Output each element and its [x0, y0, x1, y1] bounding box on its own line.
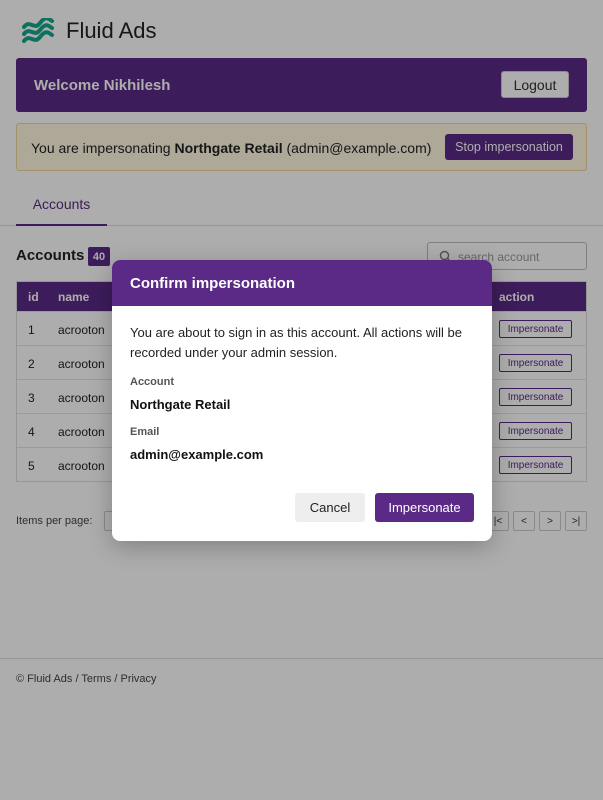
confirm-impersonate-button[interactable]: Impersonate: [375, 493, 474, 522]
email-label: Email: [130, 426, 160, 438]
dialog-message: You are about to sign in as this account…: [130, 325, 462, 360]
account-value: Northgate Retail: [130, 397, 231, 412]
account-label: Account: [130, 376, 174, 388]
dialog-title: Confirm impersonation: [130, 275, 296, 292]
email-value: admin@example.com: [130, 447, 264, 462]
cancel-button[interactable]: Cancel: [295, 493, 365, 522]
confirm-impersonation-dialog: Confirm impersonation You are about to s…: [112, 260, 492, 541]
dialog-header: Confirm impersonation: [112, 260, 492, 306]
